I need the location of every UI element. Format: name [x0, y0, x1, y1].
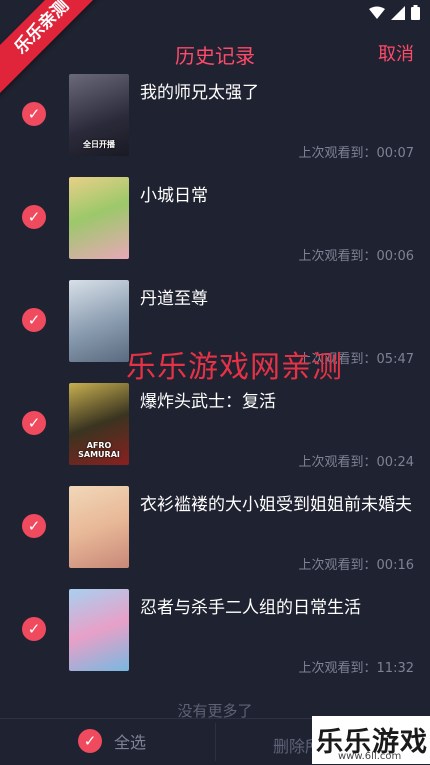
- item-title: 小城日常: [140, 186, 208, 206]
- list-item[interactable]: ✓ 衣衫褴褛的大小姐受到姐姐前未婚夫 上次观看到：00:16: [0, 484, 430, 587]
- list-item[interactable]: ✓ 小城日常 上次观看到：00:06: [0, 175, 430, 278]
- checkbox-checked-icon[interactable]: ✓: [78, 729, 102, 753]
- list-item[interactable]: ✓ AFRO SAMURAI 爆炸头武士：复活 上次观看到：00:24: [0, 381, 430, 484]
- checkbox-checked-icon[interactable]: ✓: [22, 411, 46, 435]
- checkbox-checked-icon[interactable]: ✓: [22, 308, 46, 332]
- cover-thumbnail[interactable]: [69, 280, 129, 362]
- cover-thumbnail[interactable]: 全日开播: [69, 74, 129, 156]
- cancel-button[interactable]: 取消: [378, 40, 414, 66]
- watch-progress: 上次观看到：00:24: [298, 455, 414, 470]
- watermark-center: 乐乐游戏网亲测: [126, 350, 343, 385]
- cover-thumbnail[interactable]: [69, 177, 129, 259]
- watermark-logo: 乐乐游戏 www.6ll.com: [312, 716, 430, 764]
- watch-progress: 上次观看到：00:06: [298, 249, 414, 264]
- battery-icon: [411, 5, 420, 24]
- list-item[interactable]: ✓ 全日开播 我的师兄太强了 上次观看到：00:07: [0, 72, 430, 175]
- select-all-button[interactable]: ✓ 全选: [78, 729, 146, 753]
- header: 历史记录 取消: [0, 28, 430, 76]
- item-title: 忍者与杀手二人组的日常生活: [140, 598, 361, 618]
- divider: [215, 723, 216, 761]
- checkbox-checked-icon[interactable]: ✓: [22, 205, 46, 229]
- select-all-label: 全选: [114, 733, 147, 752]
- checkbox-checked-icon[interactable]: ✓: [22, 514, 46, 538]
- signal-icon: [391, 5, 405, 24]
- watch-progress: 上次观看到：11:32: [298, 661, 414, 676]
- cover-thumbnail[interactable]: [69, 486, 129, 568]
- list-item[interactable]: ✓ 忍者与杀手二人组的日常生活 上次观看到：11:32: [0, 587, 430, 690]
- checkbox-checked-icon[interactable]: ✓: [22, 102, 46, 126]
- cover-thumbnail[interactable]: [69, 589, 129, 671]
- item-title: 我的师兄太强了: [140, 83, 259, 103]
- checkbox-checked-icon[interactable]: ✓: [22, 617, 46, 641]
- page-title: 历史记录: [175, 44, 255, 68]
- watch-progress: 上次观看到：00:16: [298, 558, 414, 573]
- wifi-icon: [369, 5, 385, 24]
- item-title: 丹道至尊: [140, 289, 208, 309]
- item-title: 爆炸头武士：复活: [140, 392, 276, 412]
- item-title: 衣衫褴褛的大小姐受到姐姐前未婚夫: [140, 495, 412, 515]
- cover-thumbnail[interactable]: AFRO SAMURAI: [69, 383, 129, 465]
- watch-progress: 上次观看到：00:07: [298, 146, 414, 161]
